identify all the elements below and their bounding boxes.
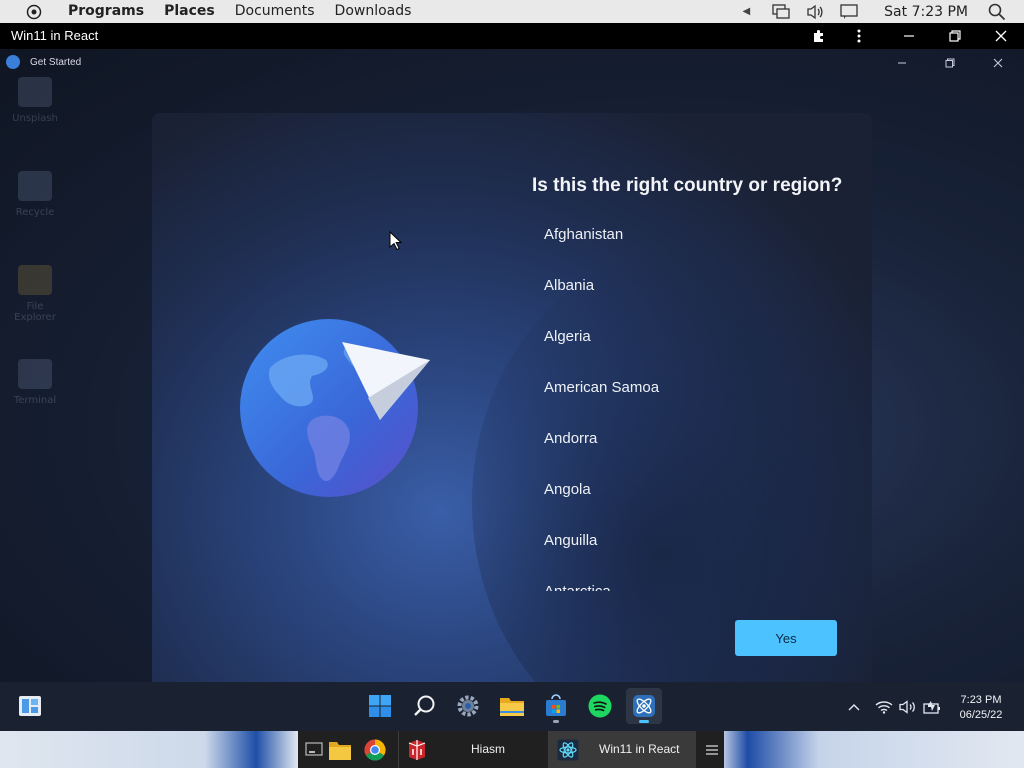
mouse-cursor-icon	[389, 231, 403, 251]
country-item[interactable]: Albania	[532, 264, 832, 315]
get-started-title: Get Started	[30, 57, 82, 68]
country-item[interactable]: Antarctica	[532, 570, 832, 591]
top-panel: Programs Places Documents Downloads ◀ Sa…	[0, 0, 1024, 23]
taskbar: 7:23 PM 06/25/22	[0, 682, 1024, 731]
get-started-titlebar: Get Started	[0, 49, 1024, 77]
wifi-icon[interactable]	[874, 698, 894, 716]
close-icon[interactable]	[990, 26, 1012, 46]
get-started-logo-icon	[6, 55, 20, 69]
hiasm-icon[interactable]	[405, 738, 429, 762]
win11-react-icon[interactable]	[556, 738, 580, 762]
battery-icon[interactable]	[922, 698, 942, 716]
more-menu-icon[interactable]	[848, 26, 870, 46]
win11-react-icon[interactable]	[626, 688, 662, 724]
downloads-menu[interactable]: Downloads	[335, 0, 412, 23]
message-icon[interactable]	[838, 3, 860, 21]
spotify-icon[interactable]	[582, 688, 618, 724]
search-icon[interactable]	[988, 2, 1008, 22]
country-item[interactable]: Angola	[532, 468, 832, 519]
desktop-icon[interactable]: Unsplash	[10, 77, 60, 157]
hiasm-task-label[interactable]: Hiasm	[471, 742, 505, 756]
yes-button[interactable]: Yes	[735, 620, 837, 656]
globe-illustration	[240, 319, 430, 497]
country-item[interactable]: Afghanistan	[532, 213, 832, 264]
taskbar-time: 7:23 PM	[960, 694, 1002, 706]
search-icon[interactable]	[407, 688, 443, 724]
desktop-icon[interactable]: Recycle	[10, 171, 60, 251]
show-desktop-icon[interactable]	[302, 738, 326, 762]
start-icon[interactable]	[362, 688, 398, 724]
hamburger-menu-icon[interactable]	[700, 738, 724, 762]
country-list[interactable]: Afghanistan Albania Algeria American Sam…	[532, 213, 832, 591]
extensions-icon[interactable]	[808, 26, 830, 46]
app-title: Win11 in React	[11, 28, 99, 43]
taskbar-clock[interactable]: 7:23 PM 06/25/22	[950, 693, 1012, 723]
places-menu[interactable]: Places	[164, 0, 215, 23]
programs-menu[interactable]: Programs	[68, 0, 144, 23]
volume-icon[interactable]	[804, 3, 826, 21]
panel-arrow-icon[interactable]: ◀	[742, 6, 750, 17]
maximize-icon[interactable]	[941, 55, 959, 71]
host-dock: Hiasm Win11 in React	[0, 731, 1024, 768]
network-icon[interactable]	[770, 3, 792, 21]
desktop-icon[interactable]: Terminal	[10, 359, 60, 439]
country-item[interactable]: Algeria	[532, 315, 832, 366]
file-explorer-icon[interactable]	[494, 688, 530, 724]
region-question: Is this the right country or region?	[532, 175, 843, 196]
widgets-icon[interactable]	[12, 688, 48, 724]
chevron-up-icon[interactable]	[846, 698, 862, 716]
chrome-icon[interactable]	[363, 738, 387, 762]
oobe-card: Is this the right country or region? Afg…	[152, 113, 872, 682]
documents-menu[interactable]: Documents	[235, 0, 315, 23]
win11-react-task-label[interactable]: Win11 in React	[599, 742, 679, 756]
volume-icon[interactable]	[898, 698, 918, 716]
activities-icon[interactable]	[20, 4, 48, 20]
taskbar-date: 06/25/22	[959, 709, 1003, 721]
store-icon[interactable]	[538, 688, 574, 724]
panel-clock[interactable]: Sat 7:23 PM	[884, 4, 968, 20]
desktop-icon[interactable]: File Explorer	[10, 265, 60, 345]
settings-icon[interactable]	[450, 688, 486, 724]
restore-icon[interactable]	[944, 26, 966, 46]
country-item[interactable]: Andorra	[532, 417, 832, 468]
minimize-icon[interactable]	[898, 26, 920, 46]
file-manager-icon[interactable]	[328, 738, 352, 762]
country-item[interactable]: Anguilla	[532, 519, 832, 570]
minimize-icon[interactable]	[893, 55, 911, 71]
app-titlebar: Win11 in React	[0, 23, 1024, 49]
close-icon[interactable]	[989, 55, 1007, 71]
desktop: Unsplash Recycle File Explorer Terminal …	[0, 49, 1024, 682]
country-item[interactable]: American Samoa	[532, 366, 832, 417]
